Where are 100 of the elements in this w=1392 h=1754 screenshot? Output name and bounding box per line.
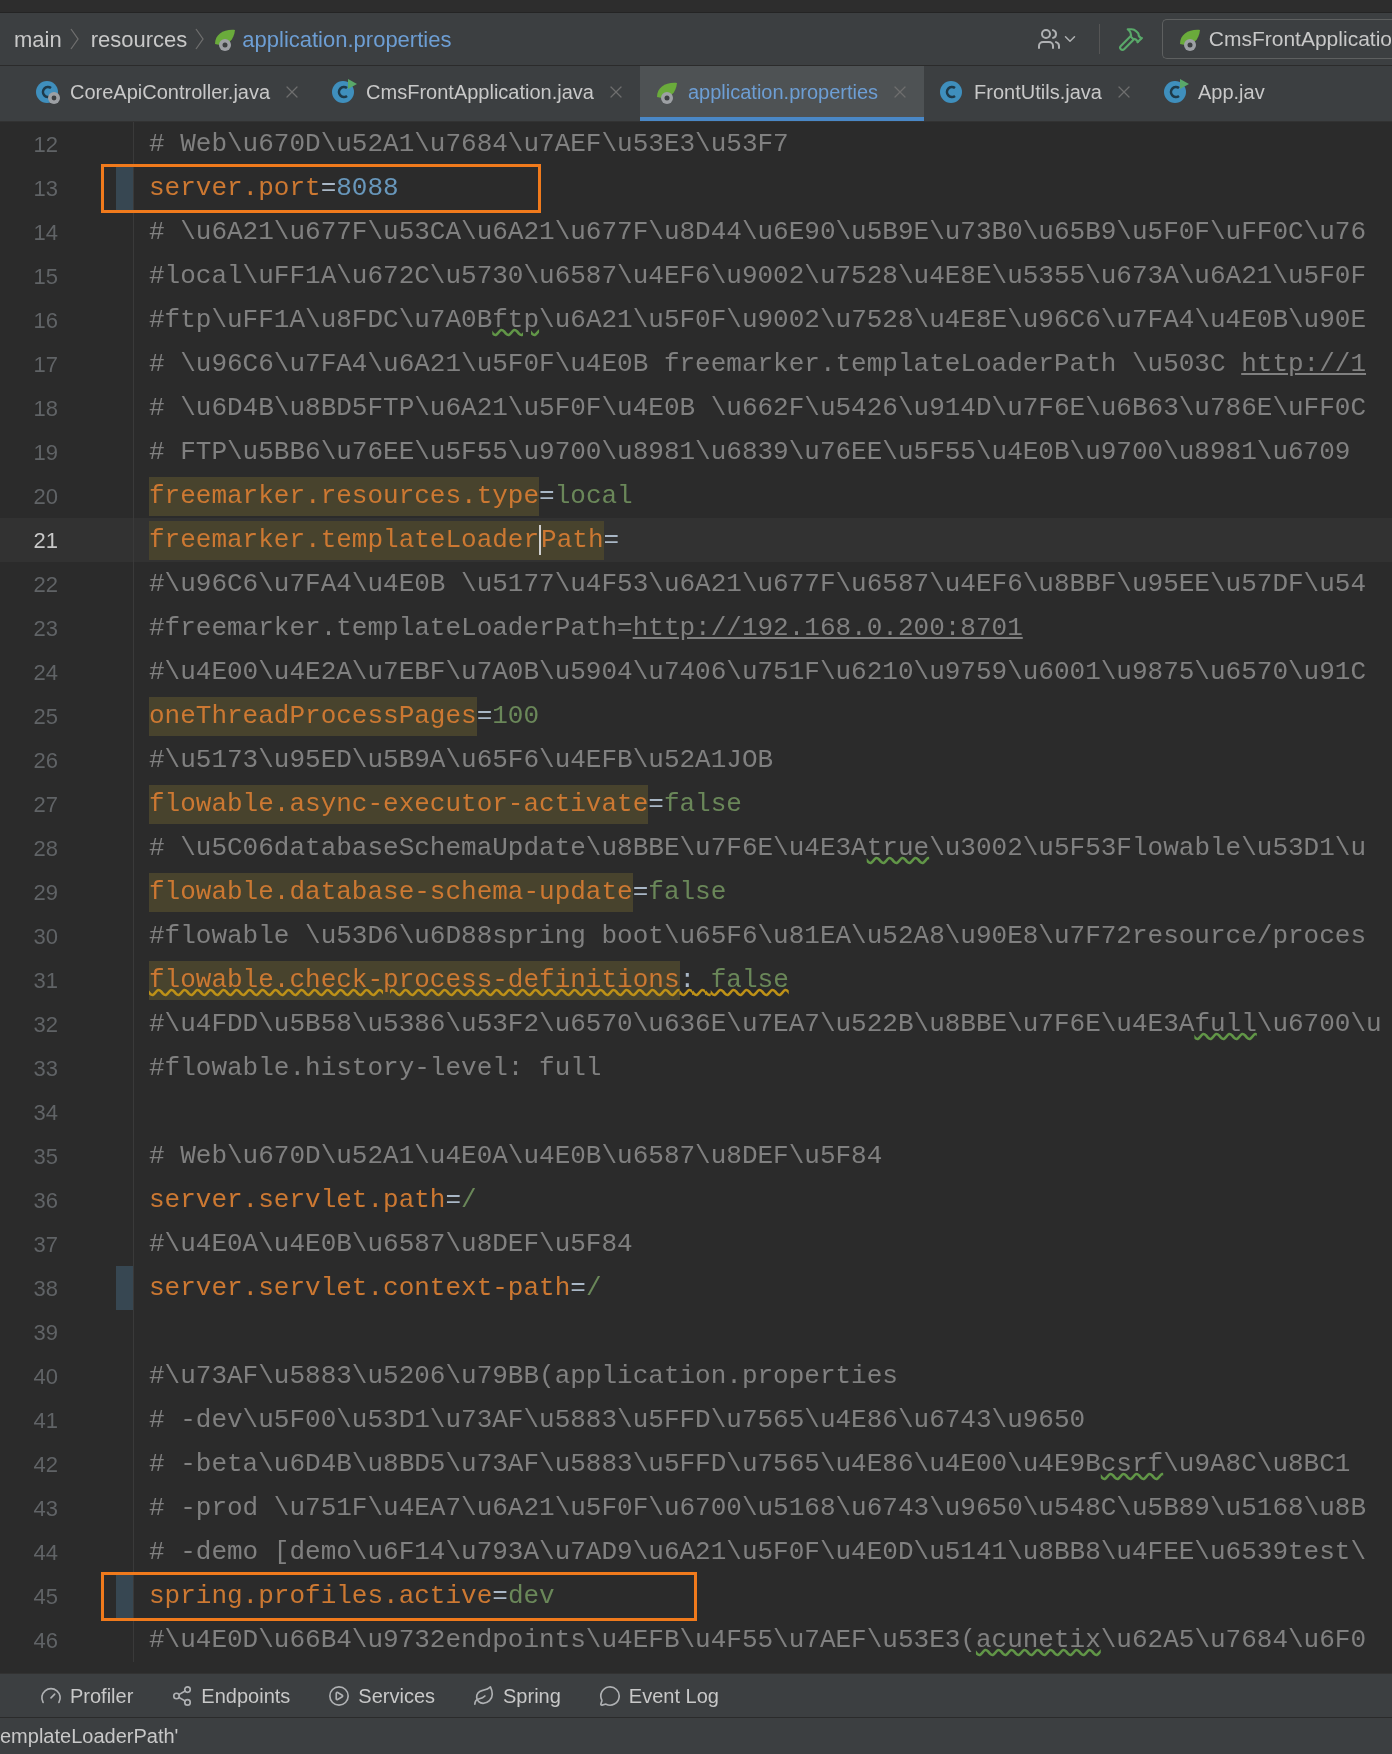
tool-window-button[interactable]: Spring [473, 1680, 561, 1711]
line-number: 46 [32, 1626, 58, 1655]
separator: = [445, 1183, 462, 1217]
separator: = [320, 171, 337, 205]
breadcrumb-separator-icon [195, 28, 205, 50]
comment-text: #\u4E00\u4E2A\u7EBF\u7A0B\u5904\u7406\u751F\u6210\u9759\u6001\u9875\u6570\u91C [149, 656, 1366, 687]
status-message: emplateLoaderPath' [0, 1724, 179, 1749]
tool-window-button[interactable]: Event Log [598, 1680, 719, 1711]
leaf-icon [473, 1684, 496, 1707]
property-value: false [663, 787, 742, 821]
property-key: freemarker.templateLoader Path [149, 520, 604, 560]
comment-text: # \u96C6\u7FA4\u6A21\u5F0F\u4E0B freemarker.templateLoaderPath \u503C [149, 348, 1227, 379]
line-number: 14 [32, 218, 58, 247]
separator: : [679, 963, 697, 997]
comment-text: \u62A5\u7684\u6F0 [1100, 1624, 1366, 1655]
line-number: 15 [32, 262, 58, 291]
line-number: 34 [32, 1098, 58, 1127]
nodes-icon [171, 1684, 194, 1707]
comment-text: #\u4E0D\u66B4\u9732endpoints\u4EFB\u4F55\u7AEF\u53E3( [149, 1624, 976, 1655]
line-number: 16 [32, 306, 58, 335]
property-key: spring.profiles.active [149, 1576, 493, 1616]
separator: = [492, 1579, 508, 1613]
comment-link[interactable]: http://1 [1241, 348, 1366, 379]
comment-text: # -dev\u5F00\u53D1\u73AF\u5883\u5FFD\u7565\u4E86\u6743\u9650 [149, 1404, 1086, 1435]
comment-text: #ftp\uFF1A\u8FDC\u7A0B [149, 304, 493, 335]
line-number: 25 [32, 702, 58, 731]
runnable-class-icon [330, 77, 359, 106]
comment-text: csrf [1100, 1448, 1164, 1479]
tool-window-button[interactable]: Services [328, 1680, 436, 1711]
line-number: 35 [32, 1142, 58, 1171]
line-number: 43 [32, 1494, 58, 1523]
property-value: false [710, 963, 789, 997]
editor-tab[interactable]: CmsFrontApplication.java [316, 66, 640, 121]
separator: = [539, 479, 555, 513]
comment-text: # -beta\u6D4B\u8BD5\u73AF\u5883\u5FFD\u7565\u4E86\u4E00\u4E9B [149, 1448, 1101, 1479]
separator: = [476, 699, 493, 733]
comment-text: \u9A8C\u8BC1 [1163, 1448, 1351, 1479]
property-key: server.servlet.context-path [149, 1268, 571, 1308]
comment-text: # -prod \u751F\u4EA7\u6A21\u5F0F\u6700\u5168\u6743\u9650\u548C\u5B89\u5168\u8B [149, 1492, 1366, 1523]
comment-text: acunetix [975, 1624, 1101, 1655]
breadcrumb-separator-icon [69, 28, 79, 50]
comment-text: # Web\u670D\u52A1\u4E0A\u4E0B\u6587\u8DEF\u5F84 [149, 1140, 883, 1171]
property-key: server.port [149, 168, 321, 208]
line-number: 20 [32, 482, 58, 511]
editor-tab[interactable]: App.jav [1147, 66, 1279, 121]
comment-text: # Web\u670D\u52A1\u7684\u7AEF\u53E3\u53F7 [149, 128, 789, 159]
separator: = [632, 875, 649, 909]
property-value: / [585, 1271, 602, 1305]
line-number: 32 [32, 1010, 58, 1039]
comment-text: ftp [492, 304, 540, 335]
property-value: / [461, 1183, 477, 1217]
comment-text: \u3002\u5F53Flowable\u53D1\u [929, 832, 1366, 863]
line-number: 17 [32, 350, 58, 379]
comment-text: #\u4E0A\u4E0B\u6587\u8DEF\u5F84 [149, 1228, 633, 1259]
line-number: 23 [32, 614, 58, 643]
comment-text: # \u5C06databaseSchemaUpdate\u8BBE\u7F6E\u4E3A [149, 832, 867, 863]
comment-text: #flowable \u53D6\u6D88spring boot\u65F6\u81EA\u52A8\u90E8\u7F72resource/proces [149, 920, 1366, 951]
breadcrumb-item[interactable]: resources [90, 22, 188, 56]
run-config-selector[interactable]: CmsFrontApplicatio [1161, 19, 1392, 59]
comment-text: \u6A21\u5F0F\u9002\u7528\u4E8E\u96C6\u7FA4\u4E0B\u90E [539, 304, 1366, 335]
breadcrumb-item[interactable]: application.properties [242, 22, 452, 56]
users-icon [1036, 27, 1061, 51]
comment-text: # \u6D4B\u8BD5FTP\u6A21\u5F0F\u4E0B \u662F\u5426\u914D\u7F6E\u6B63\u786E\uFF0C [149, 392, 1366, 423]
comment-text: #\u73AF\u5883\u5206\u79BB(application.properties [149, 1360, 898, 1391]
line-number: 37 [32, 1230, 58, 1259]
property-key: freemarker.resources.type [149, 476, 540, 516]
line-number: 44 [32, 1538, 58, 1567]
editor-tab[interactable]: FrontUtils.java [924, 66, 1148, 121]
tool-window-button[interactable]: Profiler [40, 1680, 134, 1711]
line-number: 26 [32, 746, 58, 775]
line-number: 18 [32, 394, 58, 423]
line-number: 42 [32, 1450, 58, 1479]
line-number: 39 [32, 1318, 58, 1347]
comment-link[interactable]: http://192.168.0.200:8701 [632, 612, 1023, 643]
line-number: 28 [32, 834, 58, 863]
comment-text: full [1194, 1008, 1257, 1039]
property-value: false [648, 875, 727, 909]
tool-window-button[interactable]: Endpoints [171, 1680, 291, 1711]
property-value: 8088 [336, 171, 399, 205]
line-number: 41 [32, 1406, 58, 1435]
comment-text: # FTP\u5BB6\u76EE\u5F55\u9700\u8981\u6839\u76EE\u5F55\u4E0B\u9700\u8981\u6709 [149, 436, 1351, 467]
comment-text: #\u4FDD\u5B58\u5386\u53F2\u6570\u636E\u7EA7\u522B\u8BBE\u7F6E\u4E3A [149, 1008, 1195, 1039]
property-key: flowable.async-executor-activate [149, 784, 649, 824]
line-number: 12 [32, 130, 58, 159]
comment-text: # -demo [demo\u6F14\u793A\u7AD9\u6A21\u5F0F\u4E0D\u5141\u8BB8\u4FEE\u6539test\ [149, 1536, 1366, 1567]
editor-tab[interactable]: CoreApiController.java [20, 66, 317, 121]
comment-text: #flowable.history-level: full [149, 1052, 602, 1083]
run-config-label: CmsFrontApplicatio [1208, 26, 1392, 53]
breadcrumb-item[interactable]: main [14, 22, 62, 56]
line-number: 30 [32, 922, 58, 951]
line-number: 24 [32, 658, 58, 687]
comment-text: # \u6A21\u677F\u53CA\u6A21\u677F\u8D44\u6E90\u5B9E\u73B0\u65B9\u5F0F\uFF0C\u76 [149, 216, 1366, 247]
separator: = [648, 787, 664, 821]
play-icon [328, 1684, 351, 1707]
separator: = [570, 1271, 586, 1305]
build-button[interactable] [1117, 26, 1144, 52]
line-number: 36 [32, 1186, 58, 1215]
property-value: dev [507, 1579, 555, 1613]
comment-text: true [866, 832, 930, 863]
comment-text: #local\uFF1A\u672C\u5730\u6587\u4EF6\u9002\u7528\u4E8E\u5355\u673A\u6A21\u5F0F [149, 260, 1366, 291]
